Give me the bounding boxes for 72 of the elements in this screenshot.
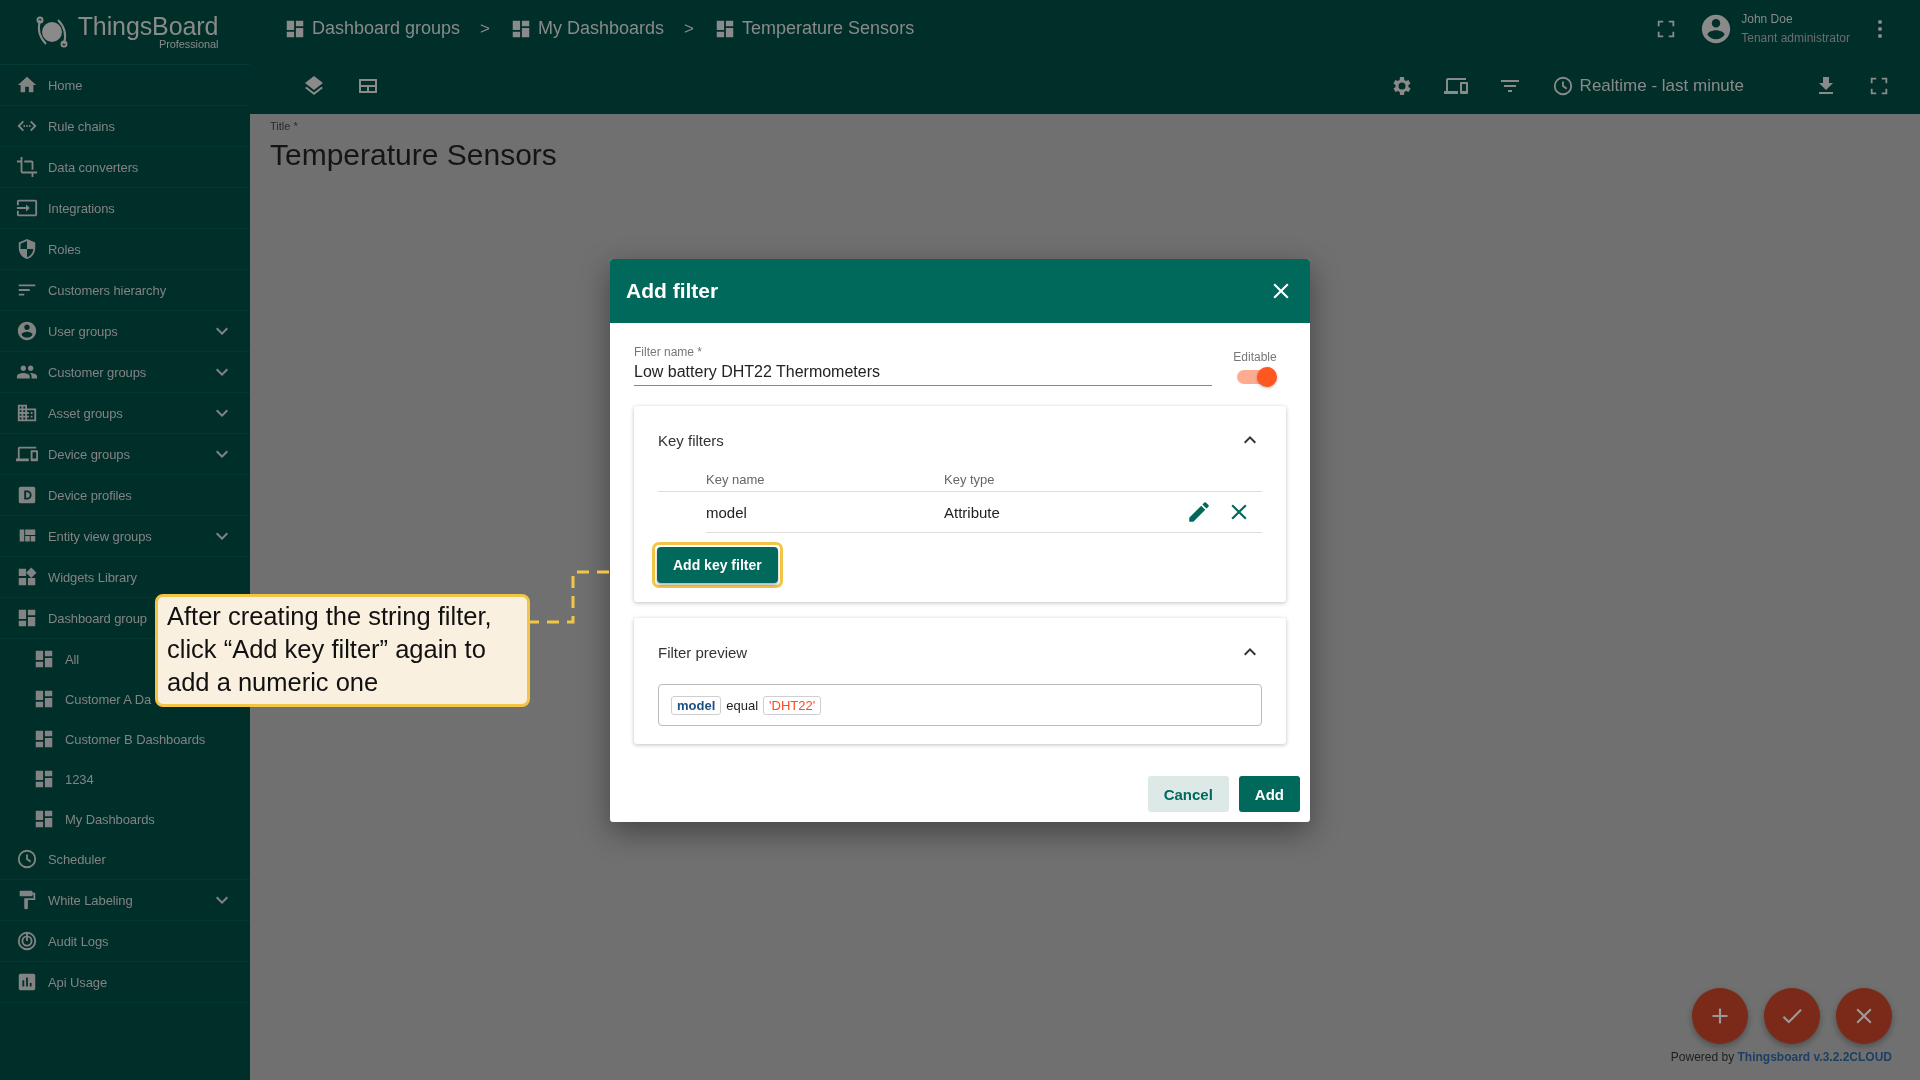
dashboard-icon	[16, 607, 38, 629]
sidebar-subitem[interactable]: 1234	[65, 771, 94, 787]
building-icon	[16, 402, 38, 424]
sidebar-item[interactable]: White Labeling	[48, 892, 133, 908]
sidebar-item[interactable]: Audit Logs	[48, 933, 109, 949]
sidebar-item[interactable]: Rule chains	[48, 118, 115, 134]
sidebar-subitem[interactable]: All	[65, 651, 80, 667]
editable-label: Editable	[1233, 350, 1277, 364]
powered-by-text: Powered by Thingsboard v.3.2.2CLOUD	[1670, 1050, 1892, 1064]
sidebar-item[interactable]: Device groups	[48, 446, 130, 462]
table-cell-text: Attribute	[944, 503, 1001, 521]
dashboard-icon	[33, 648, 55, 670]
dashboard-icon	[33, 728, 55, 750]
sidebar-item[interactable]: User groups	[48, 323, 118, 339]
widgets-icon	[16, 566, 38, 588]
sidebar-subitem[interactable]: Customer A Da	[65, 691, 152, 707]
input-icon	[16, 197, 38, 219]
value-chip: 'DHT22'	[763, 695, 822, 715]
dashboard-icon	[33, 768, 55, 790]
title-label: Title *	[270, 120, 299, 132]
shield-icon	[16, 238, 38, 260]
logo-text: ThingsBoard	[77, 14, 219, 39]
operator-text: equal	[726, 697, 759, 713]
panel-title: Filter preview	[658, 644, 748, 661]
sidebar-item[interactable]: Widgets Library	[48, 569, 137, 585]
edit-icon[interactable]	[1186, 499, 1212, 525]
breadcrumb-link[interactable]: Dashboard groups	[312, 18, 461, 39]
breadcrumb-link[interactable]: My Dashboards	[538, 18, 665, 39]
sidebar-item[interactable]: Customer groups	[48, 364, 147, 380]
person-icon	[16, 320, 38, 342]
user-name: John Doe	[1741, 10, 1794, 28]
column-header: Key name	[706, 472, 766, 487]
sidebar-item[interactable]: Roles	[48, 241, 81, 257]
target-icon	[16, 930, 38, 952]
user-role: Tenant administrator	[1741, 29, 1850, 47]
sidebar-item[interactable]: Customers hierarchy	[48, 282, 167, 298]
sidebar-item[interactable]: Dashboard group	[48, 610, 147, 626]
sidebar-item[interactable]: Device profiles	[48, 487, 132, 503]
add-button[interactable]: Add	[1238, 776, 1300, 812]
sidebar-item[interactable]: Data converters	[48, 159, 139, 175]
callout-text: After creating the string filter, click “Add key filter” again to add a numeric one	[155, 594, 530, 708]
breadcrumb-separator: >	[684, 18, 695, 39]
breadcrumb-link[interactable]: Temperature Sensors	[742, 18, 915, 39]
version-link[interactable]: Thingsboard v.3.2.2CLOUD	[1737, 1050, 1892, 1064]
box-icon	[16, 484, 38, 506]
column-header: Key type	[944, 472, 996, 487]
sidebar-subitem[interactable]: My Dashboards	[65, 811, 155, 827]
dialog-title: Add filter	[626, 279, 719, 303]
sidebar-item[interactable]: Entity view groups	[48, 528, 152, 544]
sidebar-item[interactable]: Asset groups	[48, 405, 123, 421]
key-chip: model	[671, 695, 722, 715]
add-key-filter-button[interactable]: Add key filter	[657, 547, 778, 583]
filter-name-field[interactable]: Filter name * Low battery DHT22 Thermometers	[634, 345, 1212, 386]
sidebar-item[interactable]: Api Usage	[48, 974, 108, 990]
timewindow-link[interactable]: Realtime - last minute	[1579, 75, 1744, 96]
bar-chart-icon	[16, 971, 38, 993]
logo-edition: Professional	[159, 39, 219, 50]
cancel-button[interactable]	[1836, 988, 1892, 1044]
clock-icon	[1551, 74, 1574, 97]
sidebar-item[interactable]: Integrations	[48, 200, 115, 216]
sidebar-item[interactable]: Home	[48, 77, 83, 93]
dashboard-title: Temperature Sensors	[270, 138, 558, 172]
panel-title: Key filters	[658, 432, 724, 449]
dashboard-icon	[33, 688, 55, 710]
cancel-button[interactable]: Cancel	[1147, 776, 1229, 812]
crop-icon	[16, 156, 38, 178]
sidebar-subitem[interactable]: Customer B Dashboards	[65, 731, 206, 747]
table-cell-text: model	[706, 503, 748, 521]
dashboard-icon	[33, 808, 55, 830]
clock-icon	[16, 848, 38, 870]
sidebar-item[interactable]: Scheduler	[48, 851, 106, 867]
breadcrumb-separator: >	[480, 18, 491, 39]
